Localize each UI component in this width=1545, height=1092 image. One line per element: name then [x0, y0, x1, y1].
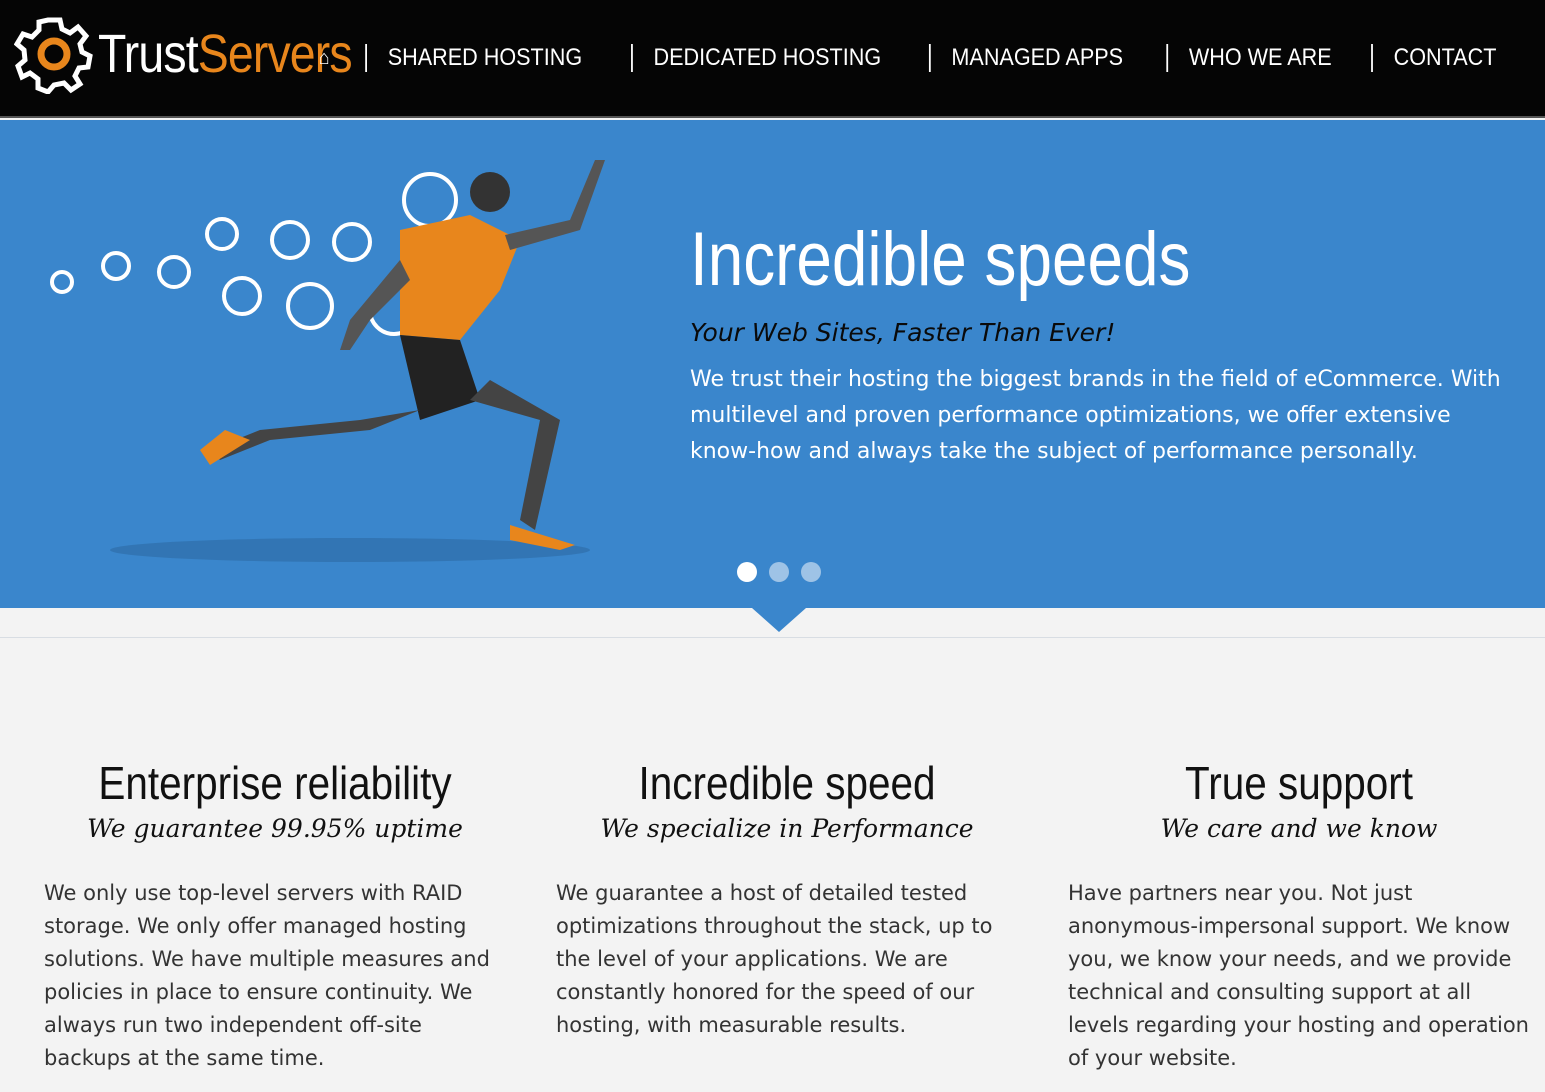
nav-who-we-are[interactable]: WHO WE ARE — [1166, 44, 1352, 72]
hero-text: We trust their hosting the biggest brand… — [690, 367, 1501, 464]
feature-subtitle: We guarantee 99.95% uptime — [87, 814, 463, 843]
feature-subtitle: We care and we know — [1160, 814, 1438, 843]
gear-logo-icon — [14, 17, 93, 94]
feature-subtitle: We specialize in Performance — [600, 814, 974, 843]
feature-title: True support — [1184, 757, 1414, 809]
divider — [0, 637, 1545, 638]
feature-text: We only use top-level servers with RAID … — [44, 881, 490, 1070]
home-icon[interactable]: ⌂ — [299, 44, 349, 72]
slider-dots — [737, 562, 821, 582]
hero-slider: Incredible speeds Your Web Sites, Faster… — [0, 120, 1545, 608]
header: TrustServers ⌂ SHARED HOSTING DEDICATED … — [0, 0, 1545, 118]
slider-dot-1[interactable] — [737, 562, 757, 582]
feature-support: True support We care and we know Have pa… — [1054, 700, 1544, 1092]
hero-pointer — [752, 608, 806, 632]
runner-with-gears-image — [50, 160, 605, 562]
feature-reliability: Enterprise reliability We guarantee 99.9… — [30, 700, 520, 1092]
main-nav: ⌂ SHARED HOSTING DEDICATED HOSTING MANAG… — [296, 44, 1525, 72]
feature-speed: Incredible speed We specialize in Perfor… — [542, 700, 1032, 1092]
feature-text: We guarantee a host of detailed tested o… — [556, 881, 993, 1037]
feature-title: Incredible speed — [638, 757, 936, 809]
slider-dot-2[interactable] — [769, 562, 789, 582]
logo-text-trust: Trust — [98, 24, 199, 84]
nav-dedicated-hosting[interactable]: DEDICATED HOSTING — [631, 44, 903, 72]
hero-subtitle: Your Web Sites, Faster Than Ever! — [690, 318, 1116, 347]
slider-dot-3[interactable] — [801, 562, 821, 582]
hero-title: Incredible speeds — [690, 217, 1191, 302]
feature-text: Have partners near you. Not just anonymo… — [1068, 881, 1529, 1070]
nav-managed-apps[interactable]: MANAGED APPS — [929, 44, 1144, 72]
nav-contact[interactable]: CONTACT — [1370, 44, 1517, 72]
feature-title: Enterprise reliability — [98, 757, 452, 809]
nav-shared-hosting[interactable]: SHARED HOSTING — [365, 44, 604, 72]
